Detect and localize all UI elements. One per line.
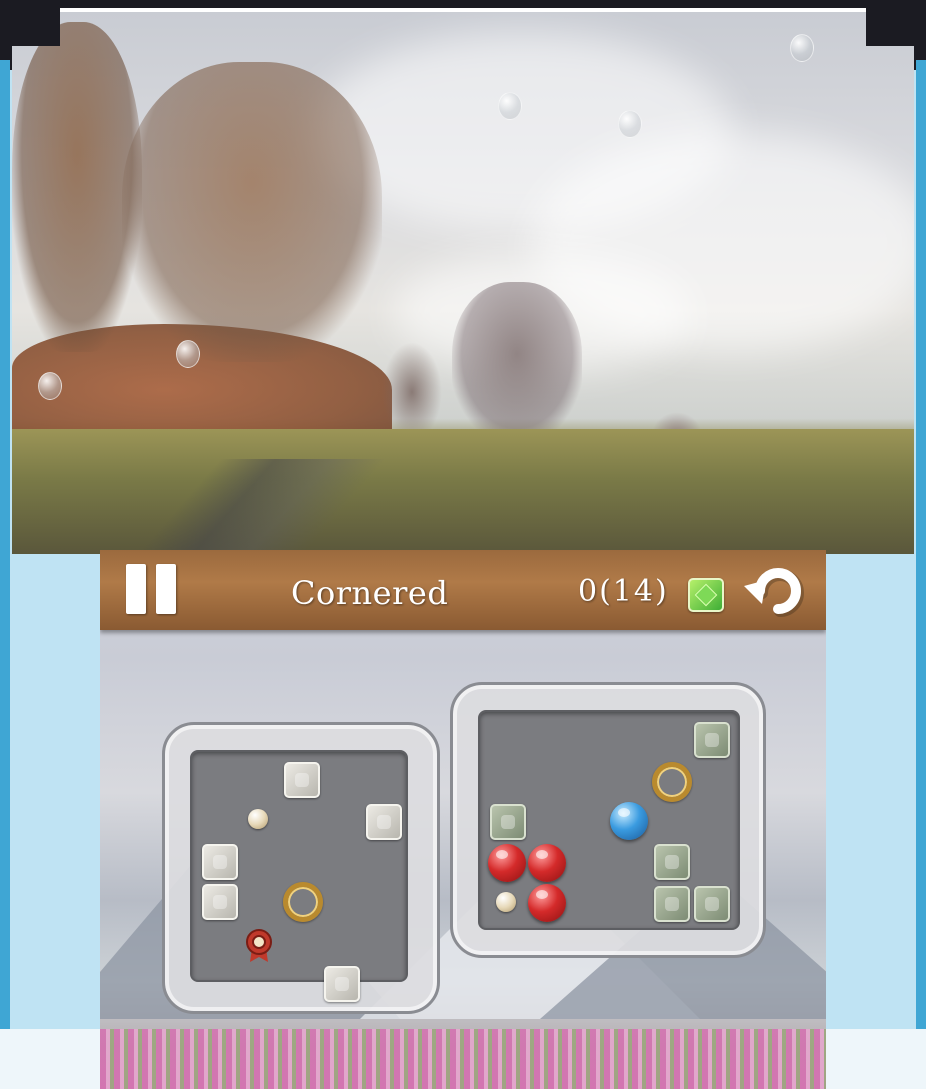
tree bbox=[122, 62, 382, 362]
undo-button[interactable] bbox=[740, 560, 810, 622]
stone-block[interactable] bbox=[324, 966, 360, 1002]
stone-block[interactable] bbox=[654, 844, 690, 880]
board-grid-right[interactable] bbox=[478, 710, 740, 930]
red-ball[interactable] bbox=[528, 884, 566, 922]
frame-corner-bottom-right bbox=[826, 1029, 926, 1089]
pearl[interactable] bbox=[248, 809, 268, 829]
gem-icon bbox=[688, 578, 724, 612]
pearl[interactable] bbox=[496, 892, 516, 912]
frame-corner-bottom-left bbox=[0, 1029, 100, 1089]
puzzle-board-right bbox=[450, 682, 766, 958]
stone-block[interactable] bbox=[694, 722, 730, 758]
raindrop bbox=[498, 92, 522, 120]
raindrop bbox=[618, 110, 642, 138]
red-ball[interactable] bbox=[528, 844, 566, 882]
tree bbox=[382, 342, 442, 442]
bottom-screen: Cornered 0(14) bbox=[100, 550, 826, 1089]
puzzle-board-left bbox=[162, 722, 440, 1014]
stone-block[interactable] bbox=[202, 844, 238, 880]
undo-icon bbox=[744, 568, 804, 617]
pause-button[interactable] bbox=[124, 564, 180, 616]
gold-ring[interactable] bbox=[652, 762, 692, 802]
blue-ball[interactable] bbox=[610, 802, 648, 840]
left-frame-strip bbox=[0, 60, 10, 1060]
flower-field bbox=[100, 1029, 826, 1089]
level-title: Cornered bbox=[291, 574, 449, 612]
stone-block[interactable] bbox=[284, 762, 320, 798]
stone-block[interactable] bbox=[366, 804, 402, 840]
pause-icon bbox=[126, 564, 146, 614]
gold-ring[interactable] bbox=[283, 882, 323, 922]
raindrop bbox=[176, 340, 200, 368]
frame-corner-right bbox=[866, 0, 926, 46]
stone-block[interactable] bbox=[202, 884, 238, 920]
raindrop bbox=[38, 372, 62, 400]
pause-icon-bar bbox=[156, 564, 176, 614]
red-ball[interactable] bbox=[488, 844, 526, 882]
tree bbox=[452, 282, 582, 442]
stone-block[interactable] bbox=[490, 804, 526, 840]
goal-badge-icon bbox=[243, 928, 275, 962]
stone-block[interactable] bbox=[694, 886, 730, 922]
frame-corner-left bbox=[0, 0, 60, 46]
move-counter: 0(14) bbox=[578, 574, 669, 609]
top-screen-scenery bbox=[12, 8, 914, 554]
stone-block[interactable] bbox=[654, 886, 690, 922]
right-frame-strip bbox=[916, 60, 926, 1060]
raindrop bbox=[790, 34, 814, 62]
board-grid-left[interactable] bbox=[190, 750, 408, 1002]
header-bar: Cornered 0(14) bbox=[100, 550, 826, 630]
